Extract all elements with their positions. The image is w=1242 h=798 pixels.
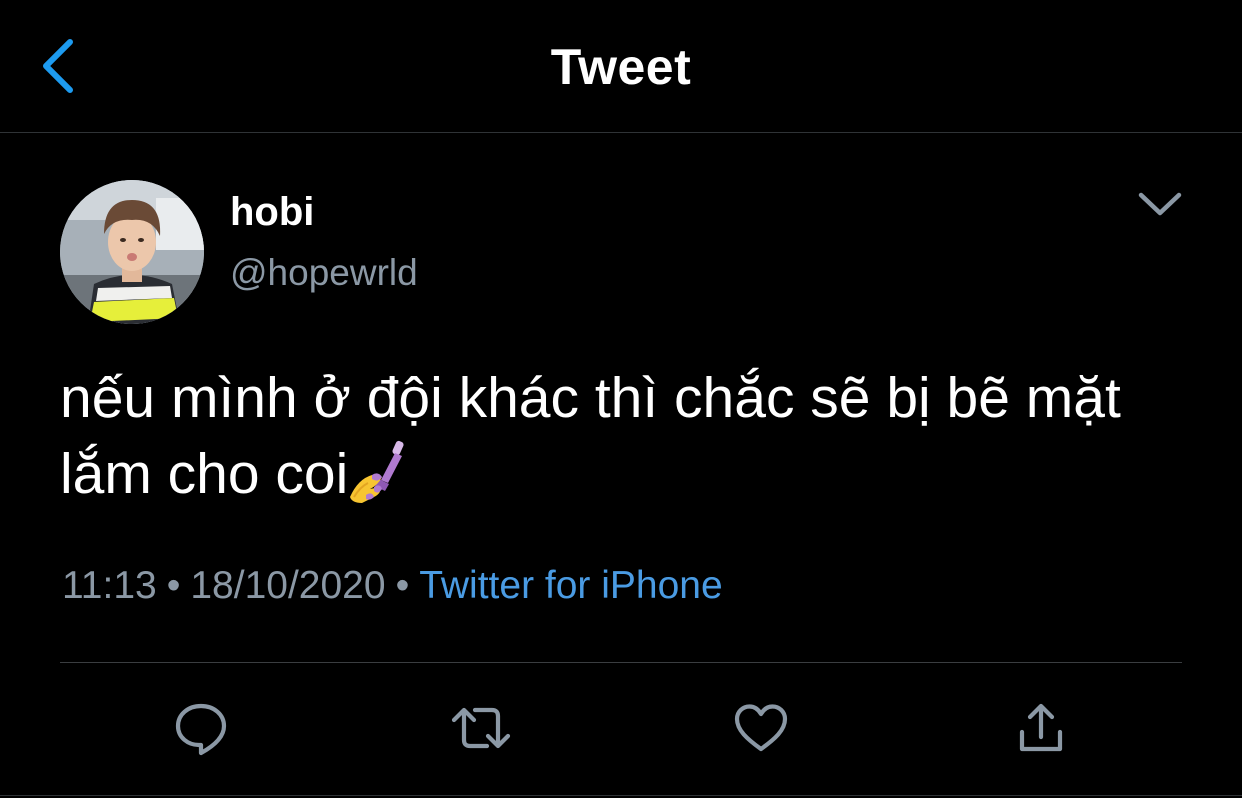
bottom-border xyxy=(0,795,1242,796)
retweet-icon xyxy=(451,707,511,749)
author-display-name[interactable]: hobi xyxy=(230,190,314,235)
nail-polish-emoji xyxy=(350,440,404,503)
tweet-text-content: nếu mình ở đội khác thì chắc sẽ bị bẽ mặ… xyxy=(60,366,1121,506)
share-button[interactable] xyxy=(1011,698,1071,758)
avatar[interactable] xyxy=(60,180,204,324)
tweet-text: nếu mình ở đội khác thì chắc sẽ bị bẽ mặ… xyxy=(60,360,1190,512)
retweet-button[interactable] xyxy=(451,698,511,758)
tweet-date: 18/10/2020 xyxy=(190,564,386,607)
meta-separator: • xyxy=(395,564,410,607)
nav-bar: Tweet xyxy=(0,0,1242,133)
like-button[interactable] xyxy=(731,698,791,758)
chevron-down-icon xyxy=(1138,192,1182,216)
tweet-meta: 11:13 • 18/10/2020 • Twitter for iPhone xyxy=(62,564,723,608)
tweet-source-link[interactable]: Twitter for iPhone xyxy=(419,564,722,607)
meta-separator: • xyxy=(166,564,181,607)
page-title: Tweet xyxy=(550,39,692,95)
reply-button[interactable] xyxy=(171,698,231,758)
share-icon xyxy=(1019,703,1063,752)
more-options-button[interactable] xyxy=(1130,180,1190,228)
heart-icon xyxy=(734,704,788,752)
tweet-time: 11:13 xyxy=(62,564,157,607)
author-handle[interactable]: @hopewrld xyxy=(230,252,418,294)
divider xyxy=(60,662,1182,663)
avatar-photo xyxy=(60,180,204,324)
reply-icon xyxy=(175,703,227,756)
